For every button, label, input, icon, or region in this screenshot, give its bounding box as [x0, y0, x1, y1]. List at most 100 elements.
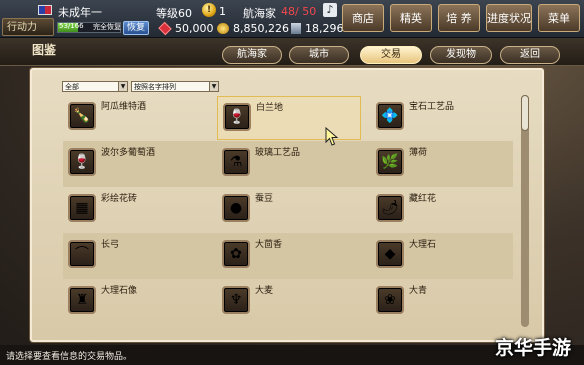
tab-trade[interactable]: 交易 [360, 46, 422, 64]
stamina-value: 53/166 [59, 22, 84, 30]
woad-icon: ❀ [376, 286, 404, 314]
player-name: 未成年一 [58, 6, 102, 19]
item-cell[interactable]: 💠 宝石工艺品 [371, 96, 515, 140]
item-glyph: ● [229, 200, 243, 216]
item-glyph: ♆ [229, 292, 243, 308]
ducat-count: 18,296 [305, 22, 344, 35]
career-label: 航海家 [243, 7, 276, 20]
category-value: 全部 [65, 83, 79, 91]
tab-discovery[interactable]: 发现物 [430, 46, 492, 64]
item-cell[interactable]: ⌒ 长弓 [63, 234, 207, 278]
item-cell[interactable]: ● 蚕豆 [217, 188, 361, 232]
item-name: 大理石像 [101, 286, 138, 296]
item-glyph: ♜ [75, 292, 89, 308]
marble-icon: ◆ [376, 240, 404, 268]
elite-button[interactable]: 精英 [390, 4, 432, 32]
hint-text: 请选择要查看信息的交易物品。 [6, 352, 133, 362]
train-button[interactable]: 培 养 [438, 4, 480, 32]
gem-count: 50,000 [175, 22, 214, 35]
tab-navigator[interactable]: 航海家 [222, 46, 282, 64]
longbow-icon: ⌒ [68, 240, 96, 268]
menu-button[interactable]: 菜单 [538, 4, 580, 32]
item-glyph: ◆ [384, 246, 396, 262]
back-button[interactable]: 返回 [500, 46, 560, 64]
status-bar: 未成年一 等级60 ! 1 航海家 48/ 50 ♪ 行动力 53/166 完全… [0, 0, 584, 38]
item-glyph: 💠 [381, 108, 399, 124]
item-cell[interactable]: ⚗ 玻璃工艺品 [217, 142, 361, 186]
glassware-icon: ⚗ [222, 148, 250, 176]
jewel-craft-icon: 💠 [376, 102, 404, 130]
ducat-icon [291, 23, 301, 34]
statue-icon: ♜ [68, 286, 96, 314]
item-name: 玻璃工艺品 [255, 148, 301, 158]
item-glyph: ⌒ [75, 246, 89, 262]
chevron-down-icon: ▼ [209, 82, 218, 91]
item-cell[interactable]: ♆ 大麦 [217, 280, 361, 324]
item-glyph: 🍾 [73, 108, 91, 124]
coin-icon: ! [202, 3, 216, 17]
item-glyph: ▦ [75, 200, 89, 216]
item-cell[interactable]: 🍷 白兰地 [217, 96, 361, 140]
wine-icon: 🍷 [68, 148, 96, 176]
player-level: 等级60 [156, 7, 192, 20]
item-glyph: ✿ [230, 246, 242, 262]
item-name: 阿瓜维特酒 [101, 102, 147, 112]
item-name: 长弓 [101, 240, 120, 250]
progress-button[interactable]: 进度状况 [486, 4, 532, 32]
tab-city[interactable]: 城市 [289, 46, 349, 64]
item-name: 大麦 [255, 286, 274, 296]
music-icon[interactable]: ♪ [323, 3, 337, 17]
tile-icon: ▦ [68, 194, 96, 222]
item-name: 宝石工艺品 [409, 102, 455, 112]
brandy-icon: 🍷 [223, 103, 251, 131]
cursor-icon [325, 127, 339, 146]
gem-icon [158, 21, 172, 36]
item-name: 藏红花 [409, 194, 437, 204]
item-name: 白兰地 [256, 103, 284, 113]
item-cell[interactable]: ❀ 大青 [371, 280, 515, 324]
item-glyph: 🌶 [381, 200, 399, 216]
page-title: 图鉴 [32, 43, 57, 57]
flag-icon [38, 5, 52, 15]
sort-value: 按照名字排列 [134, 83, 176, 91]
item-name: 大茴香 [255, 240, 283, 250]
game-screen: 未成年一 等级60 ! 1 航海家 48/ 50 ♪ 行动力 53/166 完全… [0, 0, 584, 365]
item-cell[interactable]: 🌶 藏红花 [371, 188, 515, 232]
item-glyph: 🌿 [381, 154, 399, 170]
scrollbar-thumb[interactable] [521, 95, 529, 131]
hp-value: 48/ 50 [281, 5, 317, 18]
item-cell[interactable]: ◆ 大理石 [371, 234, 515, 278]
item-cell[interactable]: 🍷 波尔多葡萄酒 [63, 142, 207, 186]
item-glyph: ⚗ [229, 154, 243, 170]
item-name: 蚕豆 [255, 194, 274, 204]
mint-icon: 🌿 [376, 148, 404, 176]
beans-icon: ● [222, 194, 250, 222]
gold-count: 8,850,226 [233, 22, 289, 35]
barley-icon: ♆ [222, 286, 250, 314]
item-name: 彩绘花砖 [101, 194, 138, 204]
item-glyph: ❀ [384, 292, 396, 308]
sort-dropdown[interactable]: 按照名字排列 ▼ [131, 81, 219, 92]
item-name: 大理石 [409, 240, 437, 250]
item-cell[interactable]: 🌿 薄荷 [371, 142, 515, 186]
item-cell[interactable]: ▦ 彩绘花砖 [63, 188, 207, 232]
stamina-state: 完全恢复 [93, 23, 121, 31]
anise-icon: ✿ [222, 240, 250, 268]
restore-button[interactable]: 恢复 [123, 21, 149, 35]
coin-count: 1 [219, 5, 226, 18]
bottle-icon: 🍾 [68, 102, 96, 130]
category-dropdown[interactable]: 全部 ▼ [62, 81, 128, 92]
item-cell[interactable]: ✿ 大茴香 [217, 234, 361, 278]
scrollbar[interactable] [521, 95, 529, 327]
watermark: 京华手游 [495, 337, 572, 359]
item-glyph: 🍷 [228, 109, 246, 125]
item-name: 波尔多葡萄酒 [101, 148, 156, 158]
item-glyph: 🍷 [73, 154, 91, 170]
item-name: 薄荷 [409, 148, 428, 158]
item-cell[interactable]: ♜ 大理石像 [63, 280, 207, 324]
shop-button[interactable]: 商店 [342, 4, 384, 32]
action-label: 行动力 [2, 18, 54, 36]
chevron-down-icon: ▼ [118, 82, 127, 91]
saffron-icon: 🌶 [376, 194, 404, 222]
item-cell[interactable]: 🍾 阿瓜维特酒 [63, 96, 207, 140]
